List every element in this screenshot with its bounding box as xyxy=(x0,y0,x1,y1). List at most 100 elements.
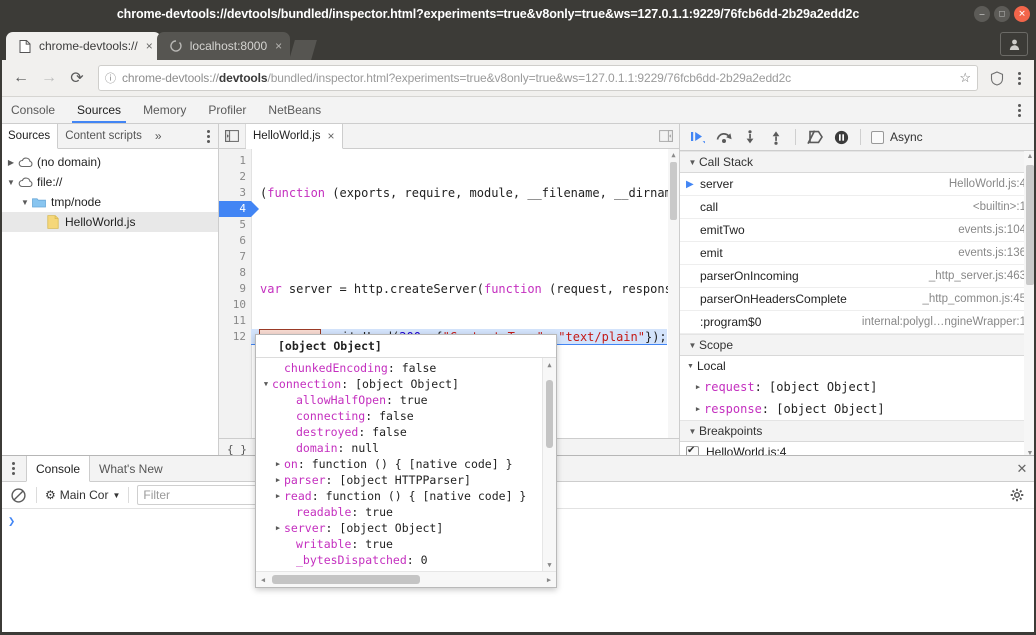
popover-horizontal-scrollbar[interactable]: ◀ ▶ xyxy=(256,571,556,587)
bookmark-star-icon[interactable]: ☆ xyxy=(959,70,971,86)
browser-tab-devtools[interactable]: chrome-devtools:// × xyxy=(6,32,161,60)
navigator-tab-content-scripts[interactable]: Content scripts xyxy=(58,124,149,148)
console-settings-button[interactable] xyxy=(1006,488,1028,502)
page-info-icon[interactable]: ⓘ xyxy=(105,70,116,86)
editor-tab-helloworld-js[interactable]: HelloWorld.js × xyxy=(246,124,343,149)
scroll-up-arrow-icon[interactable]: ▲ xyxy=(543,358,556,371)
profile-button[interactable] xyxy=(1000,32,1028,56)
object-property[interactable]: _bytesDispatched: 0 xyxy=(256,552,556,568)
line-number[interactable]: 2 xyxy=(219,169,251,185)
debugger-scrollbar-thumb[interactable] xyxy=(1026,165,1034,285)
twisty-icon[interactable]: ▼ xyxy=(684,363,697,370)
twisty-icon[interactable]: ▶ xyxy=(692,405,704,413)
tree-item-tmp-node[interactable]: ▼ tmp/node xyxy=(0,192,218,212)
line-number[interactable]: 11 xyxy=(219,313,251,329)
popover-scrollbar-thumb[interactable] xyxy=(546,380,553,448)
twisty-icon[interactable]: ▶ xyxy=(272,472,284,488)
drawer-tab-whats-new[interactable]: What's New xyxy=(90,456,172,481)
line-number[interactable]: 1 xyxy=(219,153,251,169)
twisty-icon[interactable]: ▼ xyxy=(686,158,699,167)
object-property[interactable]: ▶ parser: [object HTTPParser] xyxy=(256,472,556,488)
deactivate-breakpoints-button[interactable] xyxy=(803,126,827,148)
line-number[interactable]: 6 xyxy=(219,233,251,249)
pretty-print-button[interactable]: { } xyxy=(227,443,247,456)
line-number-gutter[interactable]: 1 2 3 4 5 6 7 8 9 10 11 12 xyxy=(219,149,259,438)
call-stack-frame[interactable]: ▶ server HelloWorld.js:4 xyxy=(680,173,1036,196)
step-out-button[interactable] xyxy=(764,126,788,148)
twisty-icon[interactable]: ▶ xyxy=(272,520,284,536)
async-checkbox-row[interactable]: Async xyxy=(871,130,923,144)
scroll-up-arrow-icon[interactable]: ▲ xyxy=(668,149,679,160)
pause-on-exceptions-button[interactable] xyxy=(829,126,853,148)
editor-vertical-scrollbar[interactable]: ▲ xyxy=(668,149,679,438)
tree-item-helloworld-js[interactable]: HelloWorld.js xyxy=(0,212,218,232)
call-stack-frame[interactable]: emit events.js:136 xyxy=(680,242,1036,265)
line-number[interactable]: 7 xyxy=(219,249,251,265)
object-property[interactable]: ▶ read: function () { [native code] } xyxy=(256,488,556,504)
devtools-tab-profiler[interactable]: Profiler xyxy=(197,97,257,123)
console-prompt-icon[interactable]: ❯ xyxy=(8,514,15,528)
drawer-menu-button[interactable] xyxy=(0,456,26,481)
tree-item-file-protocol[interactable]: ▼ file:// xyxy=(0,172,218,192)
object-property[interactable]: domain: null xyxy=(256,440,556,456)
scroll-down-arrow-icon[interactable]: ▼ xyxy=(543,558,556,571)
browser-tab-localhost[interactable]: localhost:8000 × xyxy=(156,32,291,60)
object-property[interactable]: destroyed: false xyxy=(256,424,556,440)
object-property[interactable]: connecting: false xyxy=(256,408,556,424)
chevron-down-icon[interactable]: ▼ xyxy=(112,491,120,500)
line-number[interactable]: 9 xyxy=(219,281,251,297)
close-drawer-button[interactable]: ✕ xyxy=(1008,456,1036,481)
twisty-icon[interactable]: ▼ xyxy=(686,427,699,436)
navigator-overflow-button[interactable]: » xyxy=(149,124,168,148)
object-property[interactable]: writable: true xyxy=(256,536,556,552)
browser-tab-close-button[interactable]: × xyxy=(275,39,282,53)
call-stack-frame[interactable]: parserOnIncoming _http_server.js:463 xyxy=(680,265,1036,288)
popover-vertical-scrollbar[interactable]: ▲ ▼ xyxy=(542,358,556,571)
close-window-button[interactable]: ✕ xyxy=(1014,6,1030,22)
call-stack-frame[interactable]: parserOnHeadersComplete _http_common.js:… xyxy=(680,288,1036,311)
twisty-icon[interactable]: ▶ xyxy=(692,383,704,391)
line-number[interactable]: 10 xyxy=(219,297,251,313)
back-button[interactable]: ← xyxy=(8,65,34,91)
line-number-breakpoint[interactable]: 4 xyxy=(219,201,259,217)
async-checkbox[interactable] xyxy=(871,130,884,144)
editor-scrollbar-thumb[interactable] xyxy=(670,162,677,220)
twisty-icon[interactable]: ▶ xyxy=(272,456,284,472)
devtools-tab-sources[interactable]: Sources xyxy=(66,97,132,123)
object-property[interactable]: ▼ connection: [object Object] xyxy=(256,376,556,392)
object-value-popover[interactable]: [object Object] chunkedEncoding: false ▼… xyxy=(255,334,557,588)
scope-variable[interactable]: ▶ response: [object Object] xyxy=(680,398,1036,420)
clear-console-button[interactable] xyxy=(8,487,28,503)
toggle-navigator-button[interactable] xyxy=(219,124,246,148)
line-number[interactable]: 5 xyxy=(219,217,251,233)
step-into-button[interactable] xyxy=(738,126,762,148)
twisty-icon[interactable]: ▼ xyxy=(5,178,17,187)
devtools-tab-netbeans[interactable]: NetBeans xyxy=(257,97,332,123)
twisty-icon[interactable]: ▼ xyxy=(260,376,272,392)
scope-group-local[interactable]: ▼ Local xyxy=(680,356,1036,376)
line-number[interactable]: 12 xyxy=(219,329,251,345)
drawer-tab-console[interactable]: Console xyxy=(26,456,91,482)
popover-properties[interactable]: chunkedEncoding: false ▼ connection: [ob… xyxy=(256,358,556,571)
breakpoints-section-header[interactable]: ▼ Breakpoints xyxy=(680,420,1036,442)
address-bar[interactable]: ⓘ chrome-devtools://devtools/bundled/ins… xyxy=(98,65,978,91)
scope-section-header[interactable]: ▼ Scope xyxy=(680,334,1036,356)
call-stack-frame[interactable]: :program$0 internal:polygl…ngineWrapper:… xyxy=(680,311,1036,334)
twisty-icon[interactable]: ▼ xyxy=(19,198,31,207)
step-over-button[interactable] xyxy=(712,126,736,148)
minimize-button[interactable]: – xyxy=(974,6,990,22)
browser-tab-close-button[interactable]: × xyxy=(146,39,153,53)
object-property[interactable]: allowHalfOpen: true xyxy=(256,392,556,408)
scope-variable[interactable]: ▶ request: [object Object] xyxy=(680,376,1036,398)
twisty-icon[interactable]: ▼ xyxy=(686,341,699,350)
twisty-icon[interactable]: ▶ xyxy=(272,488,284,504)
chrome-menu-button[interactable] xyxy=(1010,71,1028,85)
scroll-right-arrow-icon[interactable]: ▶ xyxy=(542,576,556,584)
resume-script-button[interactable] xyxy=(686,126,710,148)
navigator-menu-button[interactable] xyxy=(198,124,218,148)
popover-hscroll-track[interactable] xyxy=(270,575,542,584)
editor-tab-close-button[interactable]: × xyxy=(328,129,335,143)
devtools-tab-memory[interactable]: Memory xyxy=(132,97,197,123)
call-stack-frame[interactable]: call <builtin>:1 xyxy=(680,196,1036,219)
object-property[interactable]: readable: true xyxy=(256,504,556,520)
